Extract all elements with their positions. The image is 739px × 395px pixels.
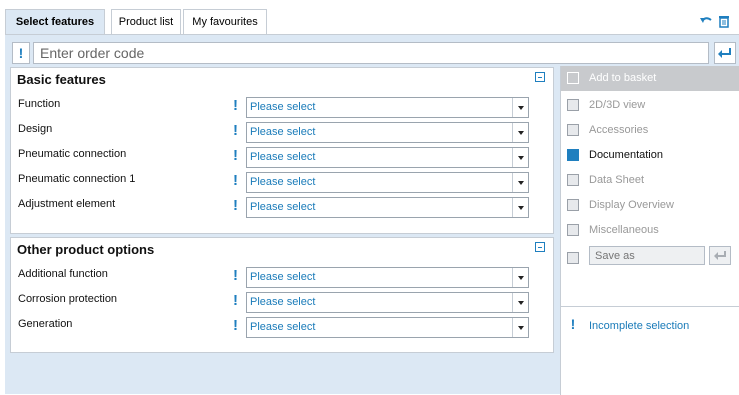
enter-icon xyxy=(718,48,731,58)
divider xyxy=(561,306,739,307)
save-as-button[interactable] xyxy=(709,246,731,265)
sidebar-item-2d3d-view[interactable]: 2D/3D view xyxy=(561,93,739,118)
select-value: Please select xyxy=(250,321,316,333)
sidebar-item-accessories[interactable]: Accessories xyxy=(561,118,739,143)
required-icon: ! xyxy=(233,292,238,309)
cad-icon xyxy=(567,99,579,111)
save-as-input[interactable] xyxy=(589,246,705,265)
enter-button[interactable] xyxy=(714,42,736,64)
sidebar-item-label: Miscellaneous xyxy=(589,224,659,236)
actions-sidebar: Add to basket 2D/3D view Accessories Doc… xyxy=(560,66,739,395)
required-icon: ! xyxy=(233,267,238,284)
feature-label: Pneumatic connection xyxy=(18,148,127,160)
tab-product-list[interactable]: Product list xyxy=(111,9,181,34)
sidebar-item-label: Data Sheet xyxy=(589,174,645,186)
feature-select[interactable]: Please select xyxy=(246,122,529,143)
feature-row: Adjustment element ! Please select xyxy=(11,197,553,218)
tab-my-favourites[interactable]: My favourites xyxy=(183,9,267,34)
basket-icon xyxy=(567,72,579,84)
select-value: Please select xyxy=(250,201,316,213)
sidebar-item-label: 2D/3D view xyxy=(589,99,646,111)
feature-row: Pneumatic connection 1 ! Please select xyxy=(11,172,553,193)
feature-row: Generation ! Please select xyxy=(11,317,553,338)
feature-row: Function ! Please select xyxy=(11,97,553,118)
feature-select[interactable]: Please select xyxy=(246,317,529,338)
select-value: Please select xyxy=(250,126,316,138)
feature-select[interactable]: Please select xyxy=(246,172,529,193)
feature-label: Additional function xyxy=(18,268,108,280)
save-as-row xyxy=(561,246,739,271)
printer-icon xyxy=(567,199,579,211)
sidebar-item-miscellaneous[interactable]: Miscellaneous xyxy=(561,218,739,243)
enter-icon xyxy=(714,251,726,260)
chevron-down-icon[interactable] xyxy=(512,173,528,192)
feature-select[interactable]: Please select xyxy=(246,97,529,118)
required-icon: ! xyxy=(233,122,238,139)
feature-label: Generation xyxy=(18,318,73,330)
feature-label: Corrosion protection xyxy=(18,293,118,305)
section-title: Basic features xyxy=(17,72,106,87)
sidebar-item-label: Accessories xyxy=(589,124,649,136)
chevron-down-icon[interactable] xyxy=(512,268,528,287)
required-icon: ! xyxy=(233,317,238,334)
chevron-down-icon[interactable] xyxy=(512,293,528,312)
feature-select[interactable]: Please select xyxy=(246,267,529,288)
top-toolbar xyxy=(699,14,733,30)
tab-select-features[interactable]: Select features xyxy=(5,9,105,35)
required-icon: ! xyxy=(233,172,238,189)
sidebar-item-label: Add to basket xyxy=(589,72,657,84)
datasheet-icon xyxy=(567,174,579,186)
configurator-panel: ! Basic features Function ! Please selec… xyxy=(5,34,739,395)
plus-icon xyxy=(567,224,579,236)
select-value: Please select xyxy=(250,271,316,283)
feature-row: Design ! Please select xyxy=(11,122,553,143)
required-icon: ! xyxy=(12,42,30,64)
order-code-input[interactable] xyxy=(33,42,709,64)
basic-features-section: Basic features Function ! Please select … xyxy=(10,67,554,234)
undo-icon[interactable] xyxy=(699,14,713,28)
feature-row: Additional function ! Please select xyxy=(11,267,553,288)
feature-row: Pneumatic connection ! Please select xyxy=(11,147,553,168)
feature-select[interactable]: Please select xyxy=(246,197,529,218)
feature-row: Corrosion protection ! Please select xyxy=(11,292,553,313)
chevron-down-icon[interactable] xyxy=(512,148,528,167)
feature-label: Design xyxy=(18,123,53,135)
sidebar-item-documentation[interactable]: Documentation xyxy=(561,143,739,168)
collapse-icon[interactable] xyxy=(535,242,545,252)
feature-label: Adjustment element xyxy=(18,198,116,210)
sidebar-item-label: Documentation xyxy=(589,149,663,161)
section-title: Other product options xyxy=(17,242,155,257)
other-options-section: Other product options Additional functio… xyxy=(10,237,554,353)
trash-icon[interactable] xyxy=(717,14,731,28)
required-icon: ! xyxy=(233,147,238,164)
accessories-icon xyxy=(567,124,579,136)
feature-label: Pneumatic connection 1 xyxy=(18,173,136,185)
chevron-down-icon[interactable] xyxy=(512,98,528,117)
feature-label: Function xyxy=(18,98,61,110)
pdf-icon xyxy=(567,149,579,161)
feature-select[interactable]: Please select xyxy=(246,292,529,313)
required-icon: ! xyxy=(233,97,238,114)
select-value: Please select xyxy=(250,101,316,113)
select-value: Please select xyxy=(250,296,316,308)
status-text: Incomplete selection xyxy=(589,320,690,332)
feature-select[interactable]: Please select xyxy=(246,147,529,168)
add-to-basket-button[interactable]: Add to basket xyxy=(561,66,739,91)
collapse-icon[interactable] xyxy=(535,72,545,82)
select-value: Please select xyxy=(250,151,316,163)
sidebar-item-display-overview[interactable]: Display Overview xyxy=(561,193,739,218)
chevron-down-icon[interactable] xyxy=(512,318,528,337)
required-icon: ! xyxy=(570,316,576,332)
chevron-down-icon[interactable] xyxy=(512,198,528,217)
selection-status: ! Incomplete selection xyxy=(561,316,739,338)
select-value: Please select xyxy=(250,176,316,188)
order-code-bar: ! xyxy=(12,42,736,64)
save-icon xyxy=(567,252,579,264)
chevron-down-icon[interactable] xyxy=(512,123,528,142)
required-icon: ! xyxy=(233,197,238,214)
sidebar-item-data-sheet[interactable]: Data Sheet xyxy=(561,168,739,193)
sidebar-item-label: Display Overview xyxy=(589,199,674,211)
